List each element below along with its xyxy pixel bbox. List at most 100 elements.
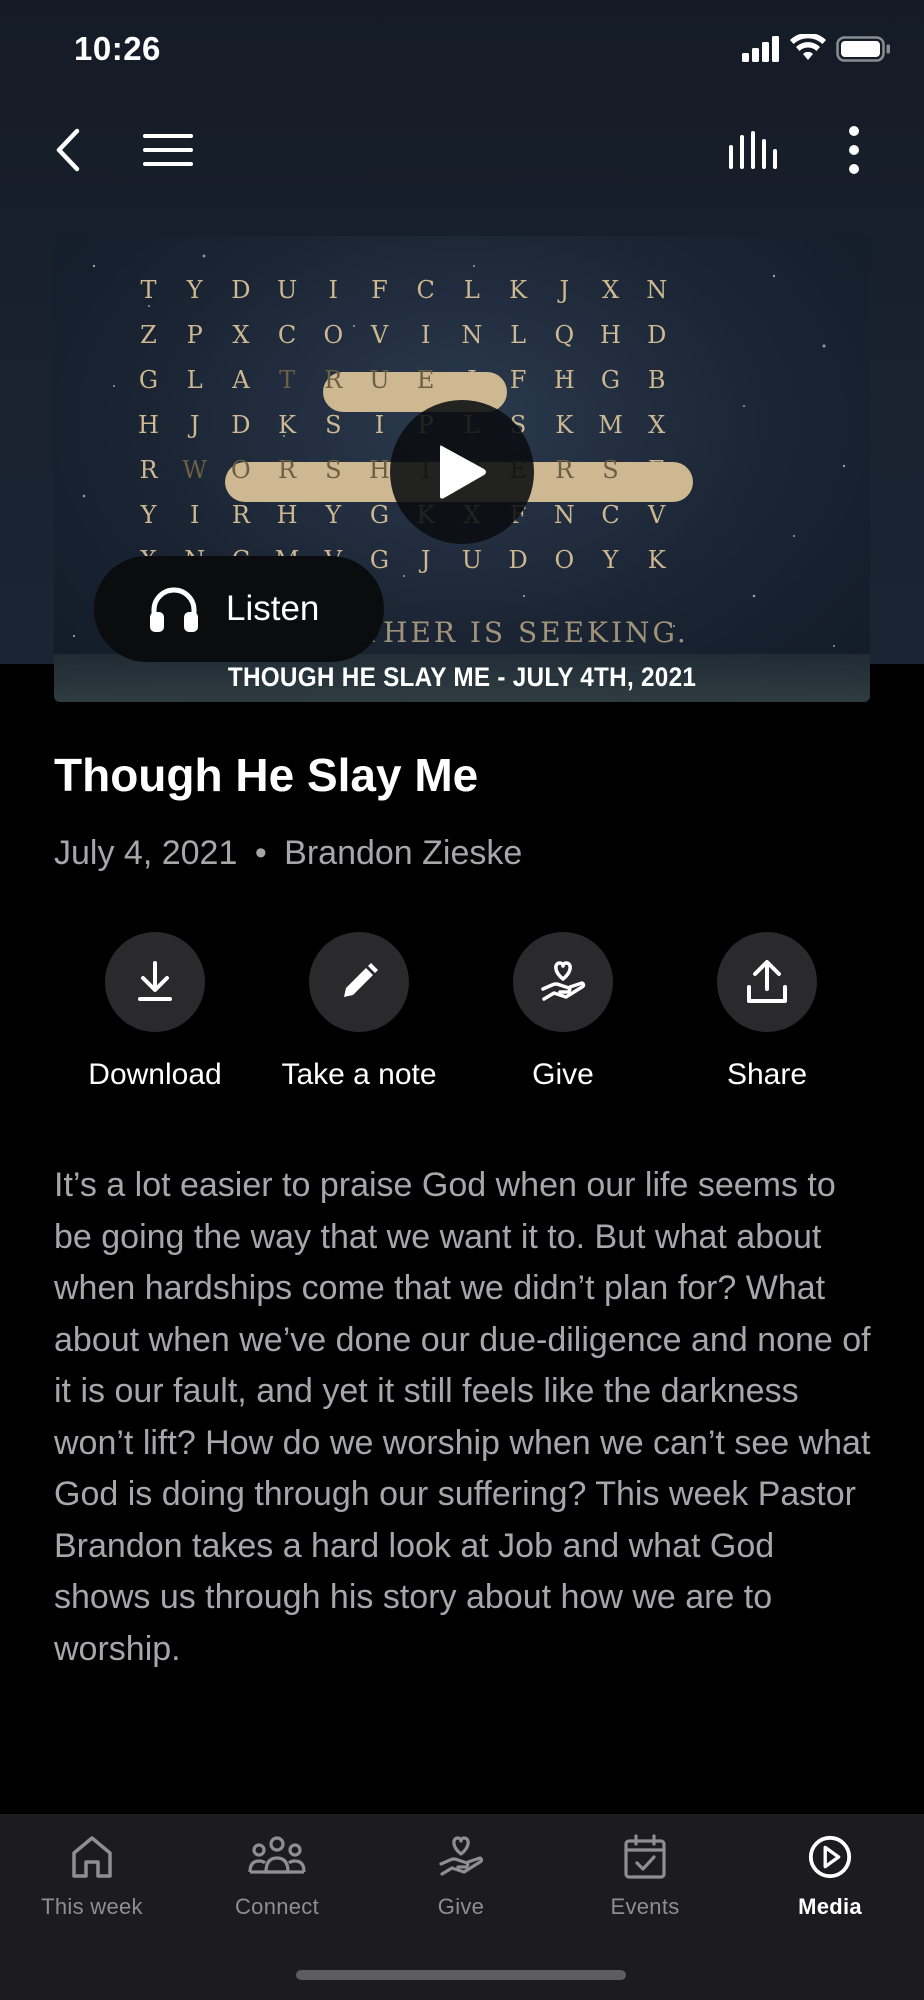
download-button[interactable]: Download <box>55 932 255 1092</box>
status-bar: 10:26 <box>0 0 924 100</box>
puzzle-letter: I <box>189 501 201 529</box>
tab-connect-label: Connect <box>234 1894 320 1919</box>
puzzle-letter: U <box>276 276 299 304</box>
puzzle-letter: R <box>555 456 575 484</box>
more-options-button[interactable] <box>814 110 894 190</box>
puzzle-letter: S <box>325 411 343 439</box>
puzzle-letter: H <box>553 366 576 394</box>
puzzle-letter: E <box>647 456 667 484</box>
play-button[interactable] <box>390 400 534 544</box>
listen-label: Listen <box>226 589 320 628</box>
listen-button[interactable]: Listen <box>94 556 384 662</box>
sermon-date: July 4, 2021 <box>54 834 238 872</box>
puzzle-letter: B <box>647 366 667 394</box>
puzzle-letter: C <box>416 276 436 304</box>
puzzle-letter: R <box>278 456 298 484</box>
puzzle-letter: M <box>598 411 624 439</box>
tab-this-week-label: This week <box>41 1894 143 1919</box>
puzzle-letter: X <box>232 321 251 349</box>
puzzle-letter: D <box>508 546 529 574</box>
battery-icon <box>836 36 890 62</box>
home-icon <box>72 1836 112 1878</box>
puzzle-letter: Y <box>186 276 204 304</box>
puzzle-letter: S <box>602 456 620 484</box>
puzzle-letter: V <box>370 321 390 349</box>
puzzle-letter: X <box>601 276 621 304</box>
tab-media[interactable]: Media <box>738 1834 922 1920</box>
audio-bars-icon <box>729 131 777 169</box>
puzzle-letter: O <box>231 456 252 484</box>
group-icon <box>248 1836 306 1874</box>
puzzle-letter: D <box>231 276 252 304</box>
puzzle-letter: I <box>328 276 340 304</box>
puzzle-letter: P <box>186 321 204 349</box>
action-row: Download Take a note Give Share <box>0 932 924 1102</box>
more-vertical-icon <box>849 126 859 174</box>
puzzle-letter: Z <box>140 321 158 349</box>
puzzle-letter: R <box>324 366 344 394</box>
give-hand-heart-icon <box>541 961 586 1001</box>
puzzle-letter: Q <box>554 321 576 349</box>
tab-give-label: Give <box>437 1894 485 1919</box>
take-note-label: Take a note <box>281 1058 437 1091</box>
puzzle-letter: C <box>601 501 621 529</box>
tab-media-label: Media <box>798 1894 862 1919</box>
puzzle-letter: V <box>648 501 667 529</box>
headphones-icon <box>150 587 198 632</box>
home-indicator[interactable] <box>296 1970 626 1980</box>
give-action-label: Give <box>532 1058 594 1091</box>
puzzle-letter: K <box>555 411 575 439</box>
puzzle-letter: L <box>510 321 528 349</box>
puzzle-letter: I <box>374 411 386 439</box>
puzzle-letter: J <box>559 276 571 304</box>
share-button[interactable]: Share <box>667 932 867 1092</box>
tab-this-week[interactable]: This week <box>0 1834 184 1920</box>
puzzle-letter: U <box>369 366 391 394</box>
puzzle-letter: W <box>182 456 209 484</box>
puzzle-letter: Y <box>140 501 158 529</box>
share-label: Share <box>726 1058 808 1091</box>
download-icon <box>138 961 172 1001</box>
puzzle-letter: T <box>279 366 297 394</box>
puzzle-letter: O <box>554 546 576 574</box>
puzzle-letter: O <box>323 321 345 349</box>
puzzle-letter: R <box>139 456 159 484</box>
cellular-signal-icon <box>742 36 779 62</box>
now-playing-button[interactable] <box>714 110 794 190</box>
navigation-bar <box>0 110 924 190</box>
tab-events[interactable]: Events <box>553 1834 737 1920</box>
status-time: 10:26 <box>74 30 161 67</box>
tab-connect[interactable]: Connect <box>185 1834 369 1920</box>
play-icon <box>440 445 486 499</box>
puzzle-letter: J <box>467 366 478 394</box>
give-action-button[interactable]: Give <box>463 932 663 1092</box>
chevron-left-icon <box>56 128 80 172</box>
download-label: Download <box>88 1058 222 1091</box>
puzzle-letter: H <box>600 321 622 349</box>
puzzle-letter: L <box>463 276 481 304</box>
take-note-button[interactable]: Take a note <box>259 932 459 1092</box>
download-circle <box>105 932 205 1032</box>
menu-button[interactable] <box>128 110 208 190</box>
tab-events-label: Events <box>610 1894 680 1919</box>
puzzle-letter: F <box>509 366 528 394</box>
calendar-icon <box>624 1834 666 1879</box>
puzzle-letter: A <box>232 366 251 394</box>
puzzle-letter: G <box>600 366 622 394</box>
back-button[interactable] <box>28 110 108 190</box>
sermon-speaker: Brandon Zieske <box>284 834 523 872</box>
puzzle-letter: J <box>420 546 432 574</box>
tab-give[interactable]: Give <box>369 1834 553 1920</box>
puzzle-letter: K <box>278 411 298 439</box>
artwork-caption: THOUGH HE SLAY ME - JULY 4TH, 2021 <box>227 662 697 692</box>
puzzle-letter: H <box>276 501 299 529</box>
share-icon <box>747 960 787 1003</box>
sermon-description: It’s a lot easier to praise God when our… <box>54 1166 871 1668</box>
share-circle <box>717 932 817 1032</box>
puzzle-letter: F <box>371 276 389 304</box>
sermon-title: Though He Slay Me <box>54 749 479 801</box>
puzzle-letter: K <box>509 276 529 304</box>
puzzle-letter: G <box>138 366 160 394</box>
puzzle-letter: R <box>231 501 251 529</box>
give-hand-heart-icon <box>439 1836 484 1876</box>
